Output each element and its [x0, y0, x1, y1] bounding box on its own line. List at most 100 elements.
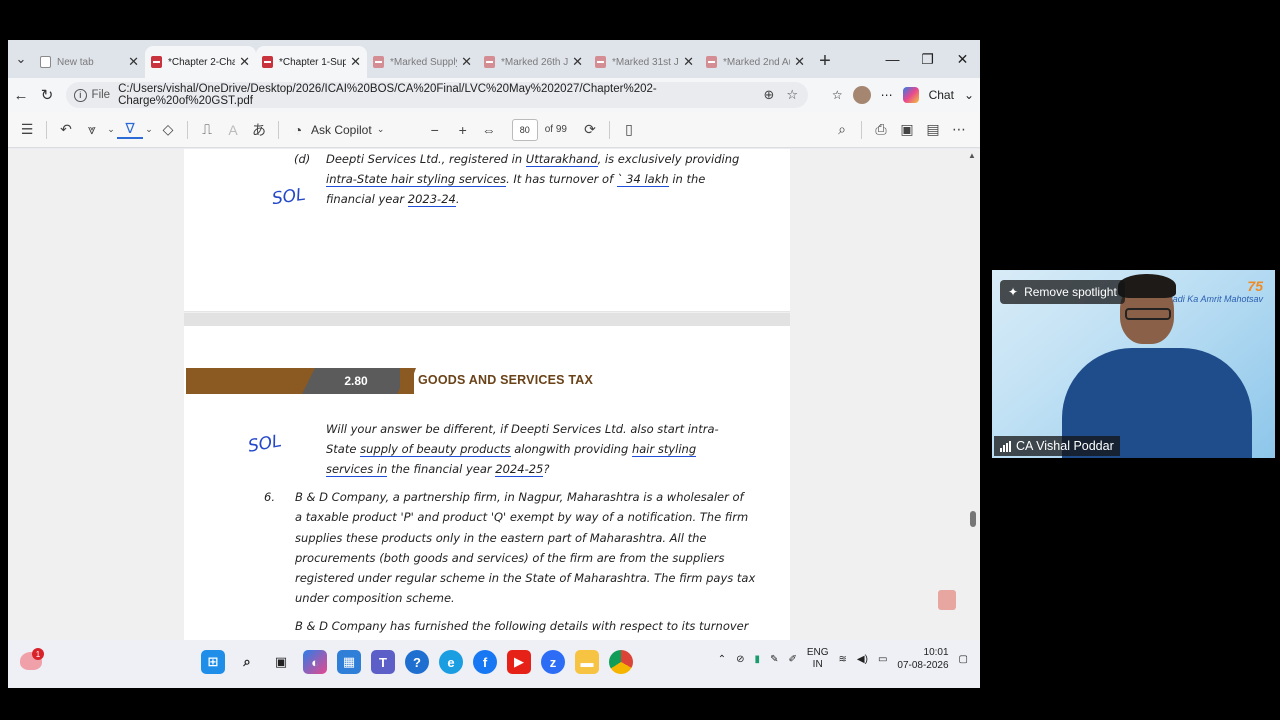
chevron-down-icon[interactable]: ⌄: [105, 124, 117, 135]
draw-tray-icon[interactable]: ✐: [788, 654, 796, 665]
page-total: of 99: [544, 124, 567, 135]
read-aloud-icon[interactable]: あ: [246, 120, 272, 140]
paragraph-line: intra-State hair styling services. It ha…: [326, 172, 706, 187]
wifi-icon[interactable]: ≋: [839, 654, 847, 665]
remove-spotlight-button[interactable]: ✦ Remove spotlight: [1000, 280, 1125, 304]
task-view-icon[interactable]: ▣: [269, 650, 293, 674]
draw-pen-icon[interactable]: ∇: [117, 120, 143, 139]
battery-icon[interactable]: ▭: [878, 654, 887, 665]
eraser-icon[interactable]: ◇: [155, 121, 181, 138]
tab-actions-menu-icon[interactable]: ⌄: [8, 40, 34, 78]
webcam-video-tile[interactable]: 75 Azadi Ka Amrit Mahotsav ✦ Remove spotl…: [992, 270, 1275, 458]
zoom-icon[interactable]: ⊕: [763, 87, 774, 103]
paragraph-line: registered under regular scheme in the S…: [295, 571, 756, 585]
vertical-scrollbar[interactable]: ▲ ▼: [966, 149, 980, 688]
handwritten-annotation: SOL: [246, 431, 284, 457]
browser-window: ⌄ New tab ✕ *Chapter 2-Charge ✕ *Chapter…: [8, 40, 980, 688]
address-prefix: File: [91, 89, 111, 101]
tab-marked-supply[interactable]: *Marked Supply ✕: [367, 46, 478, 78]
fit-page-icon[interactable]: ⇔: [476, 122, 502, 138]
tab-marked-31st[interactable]: *Marked 31st Ju ✕: [589, 46, 700, 78]
highlight-icon[interactable]: ⩔: [79, 121, 105, 138]
event-logo: 75 Azadi Ka Amrit Mahotsav: [1162, 278, 1263, 304]
tab-marked-26th[interactable]: *Marked 26th Ju ✕: [478, 46, 589, 78]
refresh-icon[interactable]: ↻: [34, 86, 60, 104]
zoom-out-icon[interactable]: −: [422, 122, 448, 138]
zoom-in-icon[interactable]: +: [450, 122, 476, 138]
divider: [187, 120, 188, 139]
tab-marked-2nd[interactable]: *Marked 2nd Au ✕: [700, 46, 811, 78]
store-icon[interactable]: ▦: [337, 650, 361, 674]
close-tab-icon[interactable]: ✕: [239, 54, 250, 70]
save-as-icon[interactable]: ▤: [920, 121, 946, 138]
close-tab-icon[interactable]: ✕: [461, 54, 472, 70]
save-icon[interactable]: ▣: [894, 121, 920, 138]
text-box-icon[interactable]: ⎍: [194, 121, 220, 138]
more-options-icon[interactable]: ⋯: [946, 121, 972, 138]
copilot-app-icon[interactable]: ◐: [303, 650, 327, 674]
clock[interactable]: 10:01 07-08-2026: [897, 646, 948, 672]
ask-copilot-button[interactable]: Ask Copilot: [311, 123, 372, 137]
minimize-icon[interactable]: —: [875, 40, 910, 78]
edge-browser-icon[interactable]: e: [439, 650, 463, 674]
presenter-name-label: CA Vishal Poddar: [994, 436, 1120, 456]
restore-icon[interactable]: ❐: [910, 40, 945, 78]
facebook-icon[interactable]: f: [473, 650, 497, 674]
chevron-down-icon[interactable]: ⌄: [143, 124, 155, 135]
tab-chapter-1[interactable]: *Chapter 1-Supply ✕: [256, 46, 367, 78]
favorites-icon[interactable]: ☆: [832, 88, 843, 102]
adobe-acrobat-icon[interactable]: [938, 590, 956, 610]
rotate-icon[interactable]: ⟳: [577, 121, 603, 138]
profile-avatar[interactable]: [852, 86, 871, 104]
undo-icon[interactable]: ↶: [53, 121, 79, 138]
favorite-star-icon[interactable]: ☆: [786, 87, 798, 103]
notifications-icon[interactable]: ▢: [959, 654, 968, 665]
chevron-down-icon[interactable]: ⌄: [372, 124, 390, 135]
address-bar[interactable]: i File C:/Users/vishal/OneDrive/Desktop/…: [66, 82, 808, 108]
copilot-icon[interactable]: [902, 87, 919, 103]
taskbar-apps: ⊞ ⌕ ▣ ◐ ▦ T ? e f ▶ z ▬: [201, 650, 633, 674]
close-tab-icon[interactable]: ✕: [683, 54, 694, 70]
page-gap: [184, 313, 790, 326]
scroll-up-icon[interactable]: ▲: [968, 151, 976, 160]
url-text[interactable]: C:/Users/vishal/OneDrive/Desktop/2026/IC…: [118, 83, 763, 107]
chat-label[interactable]: Chat: [929, 88, 954, 102]
tab-new-tab[interactable]: New tab ✕: [34, 46, 145, 78]
close-tab-icon[interactable]: ✕: [794, 54, 805, 70]
search-icon[interactable]: ⌕: [235, 650, 259, 674]
page-number-input[interactable]: 80: [511, 118, 538, 141]
language-indicator[interactable]: ENG IN: [807, 647, 829, 671]
info-icon[interactable]: i: [74, 88, 87, 102]
youtube-icon[interactable]: ▶: [507, 650, 531, 674]
chevron-up-icon[interactable]: ⌃: [718, 654, 726, 665]
chrome-icon[interactable]: [609, 650, 633, 674]
print-icon[interactable]: ⎙: [868, 121, 894, 138]
new-tab-plus-icon[interactable]: +: [811, 50, 839, 73]
zoom-app-icon[interactable]: z: [541, 650, 565, 674]
file-explorer-icon[interactable]: ▬: [575, 650, 599, 674]
copilot-outline-icon[interactable]: ◔: [285, 122, 311, 138]
contents-list-icon[interactable]: ☰: [14, 121, 40, 138]
volume-icon[interactable]: ◀): [857, 654, 868, 665]
scrollbar-thumb[interactable]: [970, 511, 976, 527]
teams-icon[interactable]: T: [371, 650, 395, 674]
close-tab-icon[interactable]: ✕: [350, 54, 361, 70]
close-window-icon[interactable]: ✕: [945, 40, 980, 78]
start-windows-icon[interactable]: ⊞: [201, 650, 225, 674]
more-menu-icon[interactable]: ⋯: [881, 88, 893, 102]
close-tab-icon[interactable]: ✕: [128, 54, 139, 70]
paragraph-line: B & D Company has furnished the followin…: [295, 619, 749, 633]
document-viewer[interactable]: (d) Deepti Services Ltd., registered in …: [8, 149, 980, 688]
pdf-page-top: (d) Deepti Services Ltd., registered in …: [184, 149, 790, 312]
back-arrow-icon[interactable]: ←: [8, 87, 34, 104]
page-view-icon[interactable]: ▯: [616, 121, 642, 138]
help-icon[interactable]: ?: [405, 650, 429, 674]
search-icon[interactable]: ⌕: [829, 121, 855, 138]
close-tab-icon[interactable]: ✕: [572, 54, 583, 70]
chevron-down-icon[interactable]: ⌄: [964, 88, 974, 102]
tab-chapter-2[interactable]: *Chapter 2-Charge ✕: [145, 46, 256, 78]
divider: [861, 120, 862, 139]
pen-tray-icon[interactable]: ✎: [770, 654, 778, 665]
mute-mic-icon[interactable]: ⊘: [736, 654, 744, 665]
app-tray-icon[interactable]: ▮: [755, 654, 761, 665]
